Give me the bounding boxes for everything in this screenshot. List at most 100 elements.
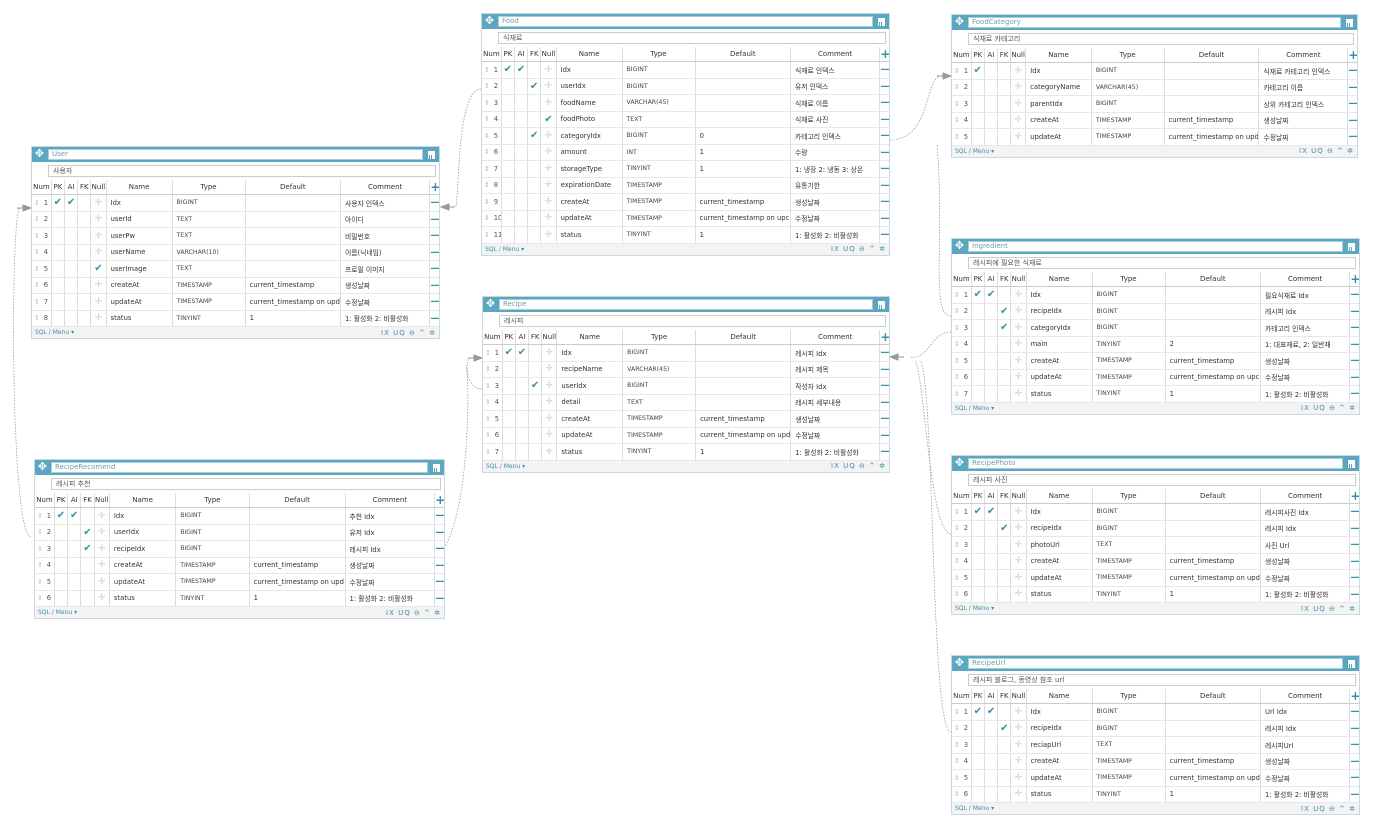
column-default[interactable] [1164,319,1261,337]
ai-cell[interactable] [983,536,998,554]
column-name[interactable]: detail [556,394,623,411]
table-row[interactable]: ⇕4 ✛userNameVARCHAR(10) 이름(닉네임)— [32,244,439,261]
ai-cell[interactable] [67,590,81,607]
minus-icon[interactable]: — [429,277,439,294]
minus-icon[interactable]: — [434,590,444,607]
minus-icon[interactable]: — [429,260,439,278]
table-row[interactable]: ⇕ 4 ✛ createAt TIMESTAMP current_timestamp 생성날… [952,112,1357,129]
column-type[interactable]: BIGINT [1091,703,1166,721]
fk-cell[interactable] [77,211,91,228]
table-comment-input[interactable]: 레시피 블로그, 동영상 참조 url [968,674,1356,686]
ai-cell[interactable] [983,586,998,603]
pk-cell[interactable] [500,210,515,227]
minus-icon[interactable]: — [1347,79,1357,96]
column-name[interactable]: createAt [105,277,173,294]
column-comment[interactable]: 생성날짜 [339,277,430,294]
minus-icon[interactable]: — [434,557,444,574]
ai-cell[interactable] [514,443,529,461]
ai-cell[interactable] [513,127,528,145]
pk-cell[interactable] [53,524,68,541]
ai-cell[interactable] [514,427,529,444]
table-row[interactable]: ⇕3 ✛userPwTEXT 비밀번호— [32,227,439,245]
table-comment-input[interactable]: 레시피 [499,315,886,327]
table-row[interactable]: ⇕5 ✔userImageTEXT 프로필 이미지— [32,260,439,278]
ai-cell[interactable] [983,352,998,370]
minus-icon[interactable]: — [1349,536,1359,554]
minus-icon[interactable]: — [429,211,439,228]
column-default[interactable]: 2 [1164,336,1261,353]
table-row[interactable]: ⇕ 5 ✛ updateAt TIMESTAMP current_timestamp on… [952,569,1359,587]
column-type[interactable]: TIMESTAMP [1091,369,1166,386]
column-name[interactable]: status [555,226,623,244]
pk-cell[interactable] [970,569,985,587]
table-name-input[interactable]: RecipeUrl [968,658,1343,669]
table-row[interactable]: ⇕3 ✛reciapUrlTEXT 레시피Url— [952,736,1359,754]
column-type[interactable]: BIGINT [622,344,696,362]
column-default[interactable] [695,377,791,395]
column-comment[interactable]: 레시피 Idx [344,540,435,558]
column-type[interactable]: TIMESTAMP [175,573,250,591]
column-default[interactable]: 1 [694,144,791,161]
drag-handle-icon[interactable]: ⇕ [484,214,490,222]
fk-cell[interactable] [77,260,91,278]
column-name[interactable]: recipeIdx [1025,303,1093,320]
null-cell[interactable]: ✛ [1010,352,1027,370]
null-cell[interactable]: ✛ [540,94,557,112]
null-cell[interactable]: ✛ [1010,303,1027,320]
fk-cell[interactable] [527,160,541,178]
null-cell[interactable]: ✛ [541,377,557,395]
column-comment[interactable]: 수정날짜 [1259,569,1350,587]
table-comment-input[interactable]: 사용자 [48,165,436,177]
table-row[interactable]: ⇕ 6 ✛ updateAt TIMESTAMP current_timestamp on… [483,427,889,444]
ai-cell[interactable]: ✔ [983,703,998,721]
column-default[interactable] [695,394,791,411]
column-name[interactable]: photoUrl [1025,536,1093,554]
null-cell[interactable]: ✛ [90,244,107,261]
column-type[interactable]: TEXT [622,394,696,411]
pk-cell[interactable] [501,427,516,444]
table-row[interactable]: ⇕1✔✔✛IdxBIGINT사용자 인덱스— [32,194,439,212]
column-type[interactable]: BIGINT [1090,95,1165,113]
column-comment[interactable]: 수정날짜 [789,210,880,227]
column-type[interactable]: TEXT [1091,736,1166,754]
column-name[interactable]: recipeIdx [1025,720,1093,737]
table-row[interactable]: ⇕2 ✔ ✛userIdxBIGINT 유저 Idx— [35,524,444,541]
move-icon[interactable]: ✥ [954,657,965,669]
table-food[interactable]: ✥ Food 식재료 Num PK AI FK Null Name Type Default Comm… [481,13,890,256]
column-name[interactable]: Idx [555,61,623,79]
column-type[interactable]: TIMESTAMP [1091,569,1166,587]
column-default[interactable] [1164,703,1261,721]
null-cell[interactable]: ✛ [1010,128,1026,146]
column-name[interactable]: updateAt [1025,128,1092,146]
ai-cell[interactable] [67,573,81,591]
column-type[interactable]: BIGINT [1091,286,1166,304]
minus-icon[interactable]: — [879,427,889,444]
column-comment[interactable]: 사용자 인덱스 [339,194,430,212]
minus-icon[interactable]: — [434,507,444,525]
fk-cell[interactable] [528,410,542,428]
fk-cell[interactable] [997,569,1011,587]
ai-cell[interactable]: ✔ [983,503,998,521]
null-cell[interactable]: ✛ [540,177,557,194]
drag-handle-icon[interactable]: ⇕ [484,181,490,189]
table-row[interactable]: ⇕ 4 ✛ createAt TIMESTAMP current_timestamp 생성날… [952,553,1359,570]
fk-cell[interactable] [997,753,1011,770]
column-default[interactable]: 1 [694,160,791,178]
null-cell[interactable]: ✛ [1010,553,1027,570]
pk-cell[interactable] [970,769,985,787]
minus-icon[interactable]: — [879,226,889,244]
column-type[interactable]: BIGINT [1091,319,1166,337]
column-type[interactable]: TIMESTAMP [621,177,696,194]
column-comment[interactable]: 1: 활성화 2: 비활성화 [1259,385,1350,403]
fk-cell[interactable] [996,79,1011,96]
table-row[interactable]: ⇕7 ✛statusTINYINT11: 활성화 2: 비활성화— [483,443,889,461]
minus-icon[interactable]: — [1349,769,1359,787]
column-type[interactable]: TINYINT [1091,786,1166,803]
pk-cell[interactable] [50,227,65,245]
pk-cell[interactable] [53,573,68,591]
column-type[interactable]: BIGINT [171,194,246,212]
column-comment[interactable]: 식재료 사진 [789,111,880,128]
column-type[interactable]: TEXT [621,111,696,128]
fk-cell[interactable]: ✔ [997,319,1011,337]
pk-cell[interactable] [500,127,515,145]
